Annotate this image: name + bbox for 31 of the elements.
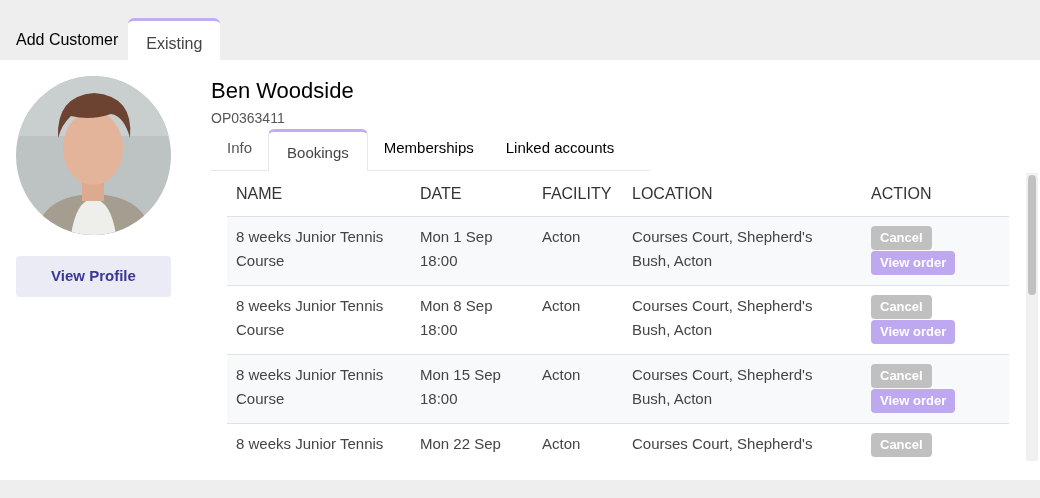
table-cell: 8 weeks Junior Tennis Course [236, 296, 384, 338]
table-cell: Acton [542, 296, 581, 314]
table-cell: Courses Court, Shepherd's Bush, Acton [632, 227, 813, 269]
tab[interactable]: Bookings [268, 129, 368, 171]
scrollbar[interactable] [1026, 173, 1038, 461]
column-header: DATE [420, 185, 462, 203]
tab[interactable]: Memberships [367, 130, 490, 170]
table-cell: Mon 22 Sep [420, 434, 501, 452]
customer-id: OP0363411 [211, 109, 285, 128]
tab[interactable]: Add Customer [6, 20, 129, 60]
table-cell: Mon 1 Sep 18:00 [420, 227, 493, 269]
tab[interactable]: Existing [128, 18, 221, 60]
tab[interactable]: Info [211, 130, 269, 170]
table-cell: Acton [542, 227, 581, 245]
table-cell: Courses Court, Shepherd's [632, 434, 813, 452]
table-cell: Acton [542, 365, 581, 383]
table-cell: 8 weeks Junior Tennis Course [236, 227, 384, 269]
table-cell: Courses Court, Shepherd's Bush, Acton [632, 296, 813, 338]
tab[interactable]: Linked accounts [489, 130, 631, 170]
column-header: ACTION [871, 185, 932, 203]
column-header: LOCATION [632, 185, 713, 203]
table-cell: 8 weeks Junior Tennis [236, 434, 384, 452]
column-header: FACILITY [542, 185, 612, 203]
table-cell: Mon 8 Sep 18:00 [420, 296, 493, 338]
table-cell: Acton [542, 434, 581, 452]
view-profile-button[interactable]: View Profile [16, 256, 171, 297]
table-cell: Courses Court, Shepherd's Bush, Acton [632, 365, 813, 407]
column-header: NAME [236, 185, 283, 203]
table-cell: Mon 15 Sep 18:00 [420, 365, 501, 407]
customer-name: Ben Woodside [211, 77, 354, 105]
table-cell: 8 weeks Junior Tennis Course [236, 365, 384, 407]
